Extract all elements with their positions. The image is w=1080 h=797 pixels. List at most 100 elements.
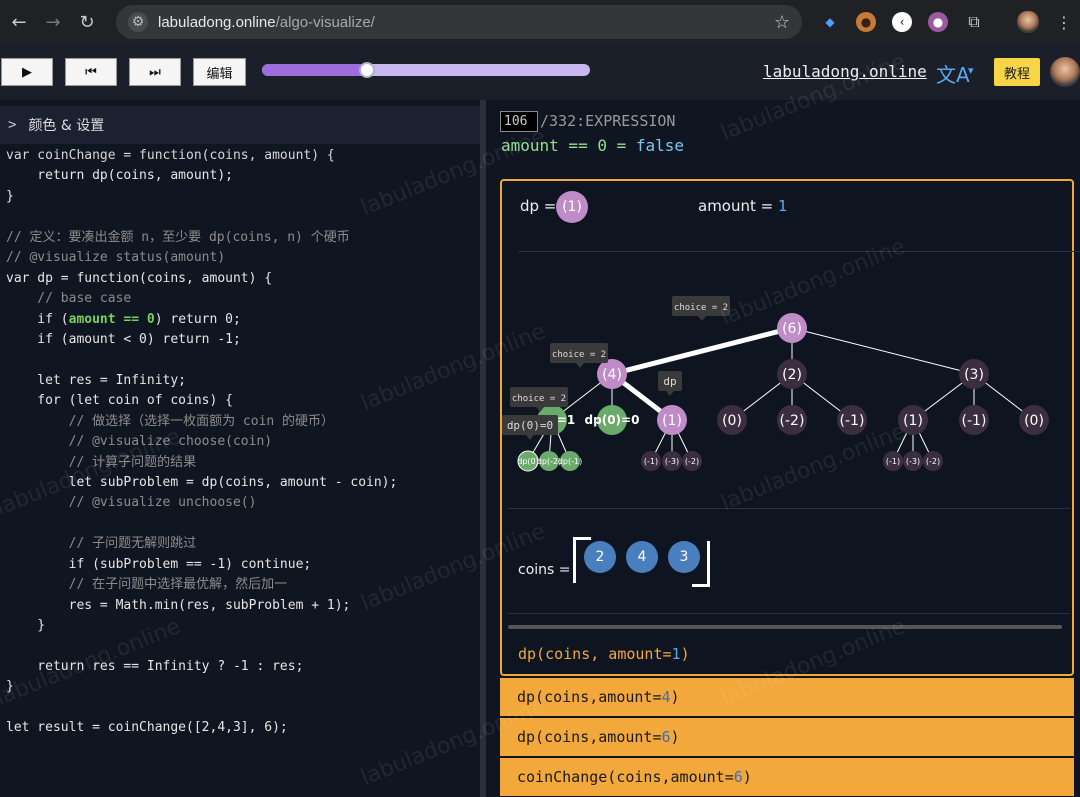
extension-cookie-icon[interactable]: ●	[856, 12, 876, 32]
chevron-down-icon[interactable]: ▾	[968, 64, 974, 77]
edit-button[interactable]: 编辑	[193, 58, 246, 86]
call-stack-frame[interactable]: dp(coins,amount= 6)	[500, 718, 1074, 756]
current-expression: amount == 0 = false	[501, 136, 685, 155]
tree-leaf-label: (-3)	[906, 457, 920, 466]
browser-menu-icon[interactable]: ⋮	[1054, 12, 1074, 32]
tree-separator	[508, 508, 1070, 509]
site-settings-icon[interactable]: ⚙	[128, 12, 148, 32]
code-line: let subProblem = dp(coins, amount - coin…	[6, 473, 398, 493]
translate-icon[interactable]: 文A	[936, 59, 970, 88]
code-token: if (subProblem == -1) continue;	[6, 556, 312, 572]
code-token: }	[6, 618, 46, 634]
back-arrow-icon[interactable]: ←	[4, 7, 34, 37]
progress-knob[interactable]	[358, 62, 375, 78]
code-line: // @visualize unchoose()	[6, 493, 397, 513]
code-token: res = Math.min(res, subProblem + 1);	[6, 597, 351, 613]
forward-arrow-icon[interactable]: →	[38, 7, 68, 37]
visualization-panel: 106 /332:EXPRESSION amount == 0 = false …	[486, 100, 1080, 797]
tree-node-label: =1	[557, 413, 575, 427]
tree-node-label: (0)	[722, 413, 742, 429]
tree-node-label: (0)	[1024, 413, 1044, 429]
coin-item[interactable]: 2	[584, 541, 616, 573]
frame-title[interactable]: dp(coins, amount=1)	[518, 645, 690, 663]
dp-value-badge[interactable]: (1)	[556, 191, 588, 223]
tree-node-label: (-2)	[780, 413, 805, 429]
tree-leaf-label: dp(0)	[517, 457, 539, 466]
code-line: // 做选择（选择一枚面额为 coin 的硬币）	[6, 412, 397, 432]
code-token: ) return 0;	[154, 311, 241, 327]
code-token: return dp(coins, amount);	[6, 168, 233, 184]
expression-value: false	[635, 136, 685, 155]
user-avatar[interactable]	[1050, 57, 1080, 87]
tree-node-label: (-1)	[962, 413, 987, 429]
progress-slider[interactable]	[262, 62, 590, 78]
site-link[interactable]: labuladong.online	[763, 62, 927, 81]
step-input[interactable]: 106	[500, 111, 538, 132]
settings-toggle[interactable]: > 颜色 & 设置	[0, 106, 480, 144]
progress-fill	[262, 64, 367, 76]
svg-text:choice = 2: choice = 2	[512, 394, 566, 404]
extension-purple-icon[interactable]: ●	[928, 12, 948, 32]
code-token: if (	[6, 311, 69, 327]
code-line: }	[6, 616, 397, 636]
step-back-button[interactable]: ⏮	[65, 58, 117, 86]
svg-text:choice = 2: choice = 2	[552, 350, 606, 360]
svg-text:dp: dp	[663, 375, 676, 388]
code-line: // base case	[6, 289, 397, 309]
call-stack-frame[interactable]: dp(coins,amount= 4)	[500, 678, 1074, 716]
extensions-puzzle-icon[interactable]: ⧉	[964, 12, 984, 32]
code-token: // 子问题无解则跳过	[6, 536, 197, 552]
code-line: if (amount == 0) return 0;	[6, 310, 397, 330]
code-token: let res = Infinity;	[6, 372, 187, 388]
play-button[interactable]: ▶	[1, 58, 53, 86]
code-line: return res == Infinity ? -1 : res;	[6, 657, 397, 677]
code-token: for (let coin of coins) {	[6, 393, 233, 409]
dp-label: dp =	[520, 197, 557, 215]
coins-label: coins =	[518, 562, 571, 578]
code-line: // 定义：要凑出金额 n，至少要 dp(coins, n) 个硬币	[6, 228, 397, 248]
code-editor[interactable]: var coinChange = function(coins, amount)…	[6, 146, 397, 739]
url-path: /algo-visualize/	[275, 13, 375, 31]
amount-value: 1	[777, 197, 788, 215]
tutorial-button[interactable]: 教程	[994, 58, 1040, 86]
svg-text:dp(0)=0: dp(0)=0	[507, 419, 553, 432]
code-token: // 定义：要凑出金额 n，至少要 dp(coins, n) 个硬币	[6, 229, 350, 245]
code-token: let subProblem = dp(coins, amount - coin…	[6, 475, 398, 490]
code-token: // base case	[6, 291, 132, 307]
code-panel: > 颜色 & 设置 var coinChange = function(coin…	[0, 100, 484, 797]
tree-node-label: (6)	[782, 321, 802, 337]
call-stack-frame[interactable]: coinChange(coins,amount= 6)	[500, 758, 1074, 796]
amount-label: amount = 1	[698, 197, 788, 215]
code-token: }	[6, 188, 14, 204]
recursion-tree: (6) (4) (2) (3) dp(0)=0 =1 (1) (0) (-2) …	[502, 296, 1049, 472]
code-line: // @visualize status(amount)	[6, 248, 397, 268]
code-token: var coinChange = function(coins, amount)…	[6, 148, 335, 163]
code-line: // 子问题无解则跳过	[6, 534, 397, 554]
code-line: }	[6, 677, 397, 697]
step-forward-button[interactable]: ⏭	[129, 58, 181, 86]
code-line: // 在子问题中选择最优解，然后加一	[6, 575, 397, 595]
reload-icon[interactable]: ↻	[72, 7, 102, 37]
address-bar[interactable]: ⚙ labuladong.online/algo-visualize/ ☆	[116, 5, 802, 39]
code-token: }	[6, 679, 14, 695]
bookmark-star-icon[interactable]: ☆	[774, 12, 790, 33]
code-token: let result = coinChange([2,4,3], 6);	[6, 720, 288, 736]
coin-item[interactable]: 4	[626, 541, 658, 573]
code-line: var coinChange = function(coins, amount)…	[6, 146, 397, 166]
horizontal-scrollbar[interactable]	[508, 625, 1062, 629]
profile-avatar-icon[interactable]	[1017, 11, 1039, 33]
tooltip-dp0: dp(0)=0	[502, 415, 558, 440]
tree-leaf-label: (-2)	[685, 457, 699, 466]
extension-gem-icon[interactable]: ◆	[820, 12, 840, 32]
tree-leaf-label: dp(-1)	[558, 457, 582, 466]
extension-back-icon[interactable]: ‹	[892, 12, 912, 32]
tree-node-label: (3)	[964, 367, 984, 383]
settings-label: 颜色 & 设置	[28, 118, 105, 134]
code-token: // @visualize unchoose()	[6, 495, 257, 511]
tree-node-label: (-1)	[840, 413, 865, 429]
tree-node-label: (1)	[662, 413, 682, 429]
chevron-right-icon: >	[8, 117, 17, 133]
